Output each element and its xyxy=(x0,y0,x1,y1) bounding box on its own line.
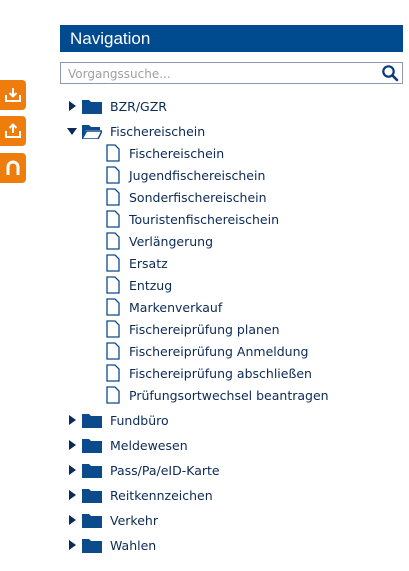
folder-icon xyxy=(82,439,102,453)
document-icon xyxy=(106,276,120,294)
expand-arrow-icon[interactable] xyxy=(66,489,78,501)
tree-node-label: Verkehr xyxy=(110,512,158,528)
tree-node-label: Wahlen xyxy=(110,537,157,553)
tree-node-label: Pass/Pa/eID-Karte xyxy=(110,462,220,478)
tree-leaf-label: Prüfungsortwechsel beantragen xyxy=(129,387,329,403)
upload-icon xyxy=(5,123,21,138)
document-icon xyxy=(106,144,120,162)
tree-leaf-fischereischein[interactable]: Fischereischein xyxy=(106,143,224,163)
search-input[interactable] xyxy=(61,64,368,84)
search-icon[interactable] xyxy=(381,64,399,82)
tree-node-fischereischein[interactable]: Fischereischein xyxy=(66,121,205,141)
tree-leaf-label: Fischereiprüfung planen xyxy=(129,321,280,337)
tree-node-pass-pa-eid-karte[interactable]: Pass/Pa/eID-Karte xyxy=(66,460,220,480)
document-icon xyxy=(106,364,120,382)
tree-node-verkehr[interactable]: Verkehr xyxy=(66,510,158,530)
download-button[interactable] xyxy=(0,80,26,110)
handle-icon xyxy=(6,160,20,175)
tree-node-label: Reitkennzeichen xyxy=(110,487,213,503)
document-icon xyxy=(106,342,120,360)
expand-arrow-icon[interactable] xyxy=(66,439,78,451)
tree-leaf-label: Entzug xyxy=(129,277,173,293)
navigation-panel: Navigation xyxy=(60,25,403,84)
tree-leaf-entzug[interactable]: Entzug xyxy=(106,275,172,295)
tree-node-meldewesen[interactable]: Meldewesen xyxy=(66,435,188,455)
document-icon xyxy=(106,320,120,338)
document-icon xyxy=(106,386,120,404)
expand-arrow-icon[interactable] xyxy=(66,514,78,526)
tree-leaf-markenverkauf[interactable]: Markenverkauf xyxy=(106,297,222,317)
document-icon xyxy=(106,166,120,184)
expand-arrow-icon[interactable] xyxy=(66,414,78,426)
expand-arrow-icon[interactable] xyxy=(66,464,78,476)
document-icon xyxy=(106,210,120,228)
document-icon xyxy=(106,254,120,272)
expand-arrow-icon[interactable] xyxy=(66,539,78,551)
tree-leaf-label: Jugendfischereischein xyxy=(129,167,266,183)
tree-leaf-ersatz[interactable]: Ersatz xyxy=(106,253,168,273)
tree-leaf-fischereipruefung-anmeldung[interactable]: Fischereiprüfung Anmeldung xyxy=(106,341,308,361)
search-box xyxy=(60,62,403,84)
tree-leaf-label: Fischereiprüfung Anmeldung xyxy=(129,343,309,359)
tree-node-label: Fischereischein xyxy=(110,123,206,139)
expand-arrow-icon[interactable] xyxy=(66,100,78,112)
tree-node-label: Fundbüro xyxy=(110,412,169,428)
tree-leaf-label: Markenverkauf xyxy=(129,299,223,315)
tree-node-fundbuero[interactable]: Fundbüro xyxy=(66,410,169,430)
tree-leaf-fischereipruefung-abschliessen[interactable]: Fischereiprüfung abschließen xyxy=(106,363,312,383)
tree-leaf-pruefungsortwechsel-beantragen[interactable]: Prüfungsortwechsel beantragen xyxy=(106,385,329,405)
tree-leaf-verlaengerung[interactable]: Verlängerung xyxy=(106,231,213,251)
tree-leaf-label: Verlängerung xyxy=(129,233,214,249)
document-icon xyxy=(106,188,120,206)
navigation-header: Navigation xyxy=(60,25,403,52)
tree-leaf-fischereipruefung-planen[interactable]: Fischereiprüfung planen xyxy=(106,319,280,339)
tree-leaf-label: Sonderfischereischein xyxy=(129,189,267,205)
folder-icon xyxy=(82,539,102,553)
download-icon xyxy=(5,88,21,102)
tree-node-label: Meldewesen xyxy=(110,437,188,453)
upload-button[interactable] xyxy=(0,116,26,146)
tree-leaf-label: Ersatz xyxy=(129,255,168,271)
tree-node-wahlen[interactable]: Wahlen xyxy=(66,535,156,555)
tree-node-bzr-gzr[interactable]: BZR/GZR xyxy=(66,96,167,116)
folder-icon xyxy=(82,464,102,478)
folder-icon xyxy=(82,414,102,428)
tree-leaf-jugendfischereischein[interactable]: Jugendfischereischein xyxy=(106,165,265,185)
document-icon xyxy=(106,298,120,316)
tree-leaf-label: Fischereischein xyxy=(129,145,225,161)
tree-leaf-label: Fischereiprüfung abschließen xyxy=(129,365,312,381)
collapse-arrow-icon[interactable] xyxy=(66,125,78,137)
tree-leaf-label: Touristenfischereischein xyxy=(129,211,280,227)
open-folder-icon xyxy=(82,125,102,139)
document-icon xyxy=(106,232,120,250)
side-panel-handle-button[interactable] xyxy=(0,153,26,183)
folder-icon xyxy=(82,100,102,114)
tree-leaf-touristenfischereischein[interactable]: Touristenfischereischein xyxy=(106,209,279,229)
tree-node-reitkennzeichen[interactable]: Reitkennzeichen xyxy=(66,485,213,505)
tree-leaf-sonderfischereischein[interactable]: Sonderfischereischein xyxy=(106,187,267,207)
folder-icon xyxy=(82,514,102,528)
tree-node-label: BZR/GZR xyxy=(110,98,167,114)
folder-icon xyxy=(82,489,102,503)
